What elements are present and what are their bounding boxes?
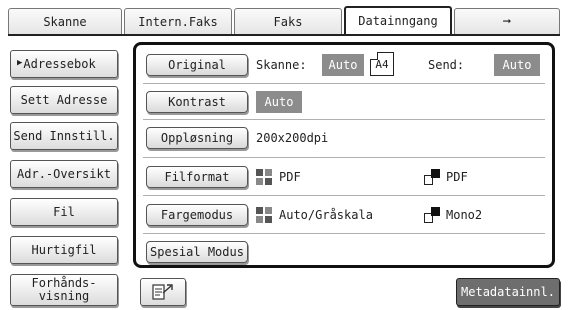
scan-size-value: Auto <box>322 54 364 76</box>
sidebar-item-label: Sett Adresse <box>20 92 108 107</box>
sidebar-item-send-innstill[interactable]: Send Innstill. <box>10 122 118 150</box>
paper-size-label: A4 <box>375 57 389 71</box>
mono-mode-icon <box>424 207 440 223</box>
sidebar-item-label: Forhånds- visning <box>31 276 97 303</box>
send-label: Send: <box>428 58 465 72</box>
button-label: Kontrast <box>168 95 226 109</box>
tab-intern-faks[interactable]: Intern.Faks <box>124 8 232 34</box>
file-format-color-value: PDF <box>279 170 301 184</box>
sidebar-item-adr-oversikt[interactable]: Adr.-Oversikt <box>10 160 118 188</box>
special-mode-button[interactable]: Spesial Modus <box>146 241 248 263</box>
button-label: Oppløsning <box>160 131 234 145</box>
color-mode-icon <box>256 207 272 223</box>
scan-label: Skanne: <box>256 58 307 72</box>
color-mode-button[interactable]: Fargemodus <box>146 204 248 226</box>
tab-label: Faks <box>273 14 303 29</box>
button-label: Filformat <box>164 170 230 184</box>
sidebar-item-fil[interactable]: Fil <box>10 198 118 226</box>
paper-icon: A4 <box>370 52 394 76</box>
tab-divider <box>8 34 560 36</box>
tab-skanne[interactable]: Skanne <box>8 8 122 34</box>
sidebar-item-sett-adresse[interactable]: Sett Adresse <box>10 86 118 114</box>
button-label: Spesial Modus <box>150 245 244 259</box>
preview-button[interactable]: Forhånds- visning <box>10 274 118 306</box>
resolution-value: 200x200dpi <box>256 131 329 145</box>
row-divider <box>143 119 545 120</box>
sidebar-item-label: Hurtigfil <box>31 242 97 257</box>
tab-faks[interactable]: Faks <box>234 8 342 34</box>
color-mode-color-value: Auto/Gråskala <box>279 208 373 222</box>
button-label: Fargemodus <box>160 208 234 222</box>
row-divider <box>143 195 545 196</box>
sidebar-item-label: Send Innstill. <box>13 128 115 143</box>
contrast-value: Auto <box>256 91 302 113</box>
sidebar-item-label: Adr.-Oversikt <box>17 166 111 181</box>
file-export-button[interactable] <box>140 278 186 306</box>
tab-label: Datainngang <box>358 14 438 28</box>
color-mode-mono-value: Mono2 <box>446 208 483 222</box>
mono-mode-icon <box>424 169 440 185</box>
sidebar-item-adressebok[interactable]: ▶ Adressebok <box>10 50 118 78</box>
sidebar-item-label: Adressebok <box>23 56 96 71</box>
resolution-button[interactable]: Oppløsning <box>146 127 248 149</box>
color-mode-icon <box>256 169 272 185</box>
row-divider <box>143 233 545 234</box>
button-label: Metadatainnl. <box>461 285 555 299</box>
tab-label: Intern.Faks <box>138 14 218 29</box>
original-button[interactable]: Original <box>146 54 248 76</box>
sidebar-item-hurtigfil[interactable]: Hurtigfil <box>10 236 118 264</box>
tab-datainngang[interactable]: Datainngang <box>344 6 452 34</box>
file-format-mono-value: PDF <box>446 170 468 184</box>
file-format-button[interactable]: Filformat <box>146 166 248 188</box>
tab-next[interactable]: ➞ <box>454 8 560 34</box>
send-size-value: Auto <box>494 54 540 76</box>
contrast-button[interactable]: Kontrast <box>146 91 248 113</box>
tab-label: Skanne <box>43 14 87 29</box>
settings-panel: Original Skanne: Auto A4 Send: Auto Kont… <box>133 42 555 268</box>
button-label: Original <box>168 58 226 72</box>
row-divider <box>143 157 545 158</box>
sidebar-item-label: Fil <box>53 204 75 219</box>
file-export-icon <box>152 284 173 300</box>
triangle-right-icon: ▶ <box>17 58 23 69</box>
arrow-right-icon: ➞ <box>502 13 512 30</box>
metadata-entry-button[interactable]: Metadatainnl. <box>456 278 560 306</box>
row-divider <box>143 83 545 84</box>
